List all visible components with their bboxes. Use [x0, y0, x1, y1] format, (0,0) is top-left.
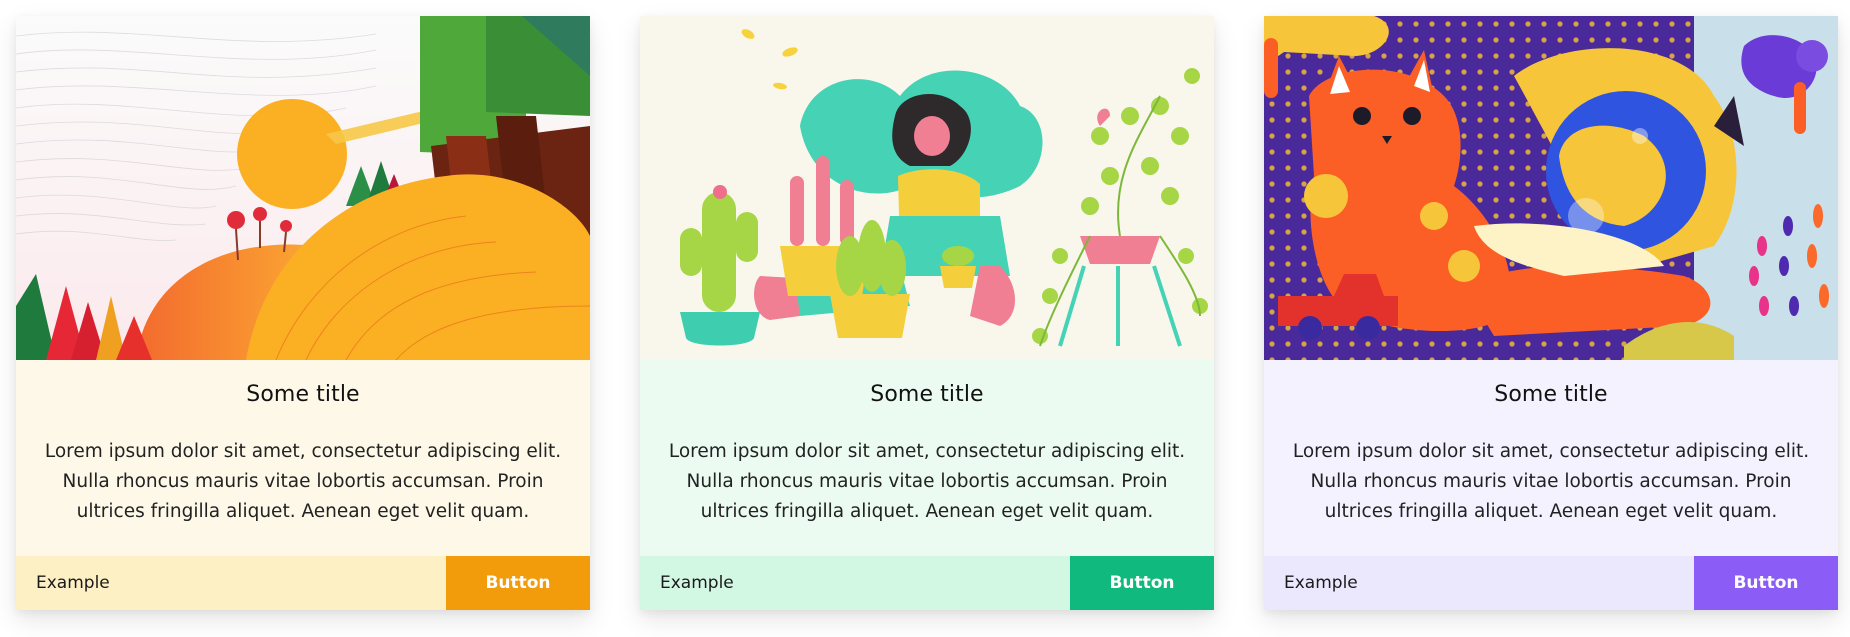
card-plants: Some title Lorem ipsum dolor sit amet, c… — [640, 16, 1214, 610]
cats-and-fishbowl-illustration — [1264, 16, 1838, 360]
card-description: Lorem ipsum dolor sit amet, consectetur … — [668, 441, 1186, 522]
card-title: Some title — [870, 382, 984, 407]
card-cats: Some title Lorem ipsum dolor sit amet, c… — [1264, 16, 1838, 610]
card-button[interactable]: Button — [1694, 556, 1838, 610]
autumn-landscape-illustration — [16, 16, 590, 360]
card-title: Some title — [1494, 382, 1608, 407]
card-footer: Example Button — [16, 556, 590, 610]
card-footer: Example Button — [640, 556, 1214, 610]
footer-label: Example — [36, 573, 110, 593]
card-description: Lorem ipsum dolor sit amet, consectetur … — [44, 441, 562, 522]
footer-label: Example — [1284, 573, 1358, 593]
card-description: Lorem ipsum dolor sit amet, consectetur … — [1292, 441, 1810, 522]
card-title: Some title — [246, 382, 360, 407]
card-autumn: Some title Lorem ipsum dolor sit amet, c… — [16, 16, 590, 610]
card-image — [1264, 16, 1838, 360]
card-body: Some title Lorem ipsum dolor sit amet, c… — [16, 360, 590, 556]
card-body: Some title Lorem ipsum dolor sit amet, c… — [1264, 360, 1838, 556]
card-button[interactable]: Button — [1070, 556, 1214, 610]
card-body: Some title Lorem ipsum dolor sit amet, c… — [640, 360, 1214, 556]
card-button[interactable]: Button — [446, 556, 590, 610]
card-grid: Some title Lorem ipsum dolor sit amet, c… — [0, 0, 1850, 637]
woman-with-plants-illustration — [640, 16, 1214, 360]
footer-label: Example — [660, 573, 734, 593]
card-footer: Example Button — [1264, 556, 1838, 610]
card-image — [640, 16, 1214, 360]
card-image — [16, 16, 590, 360]
